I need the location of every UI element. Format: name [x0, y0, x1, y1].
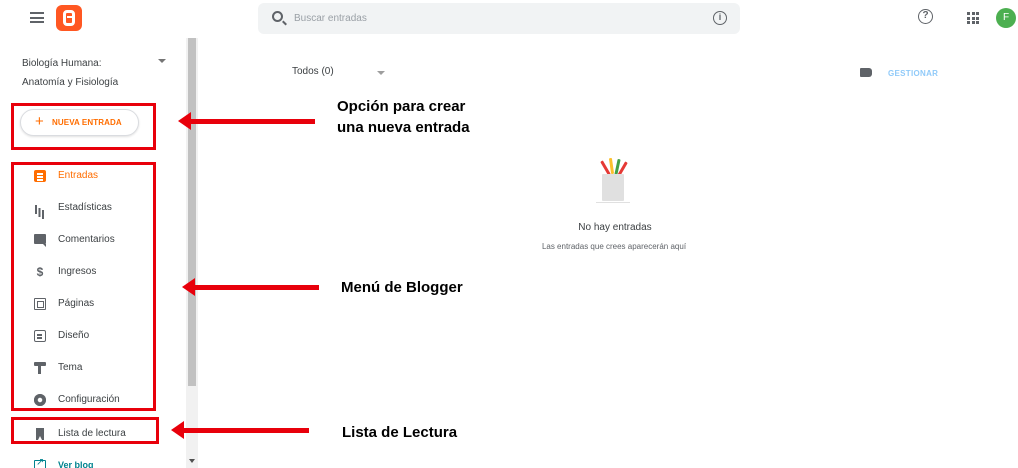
- label-tag-icon: [860, 68, 872, 77]
- blogger-logo-icon[interactable]: [56, 5, 82, 31]
- view-blog-link[interactable]: Ver blog: [18, 453, 168, 468]
- post-filter-dropdown[interactable]: Todos (0): [292, 66, 334, 77]
- annotation-line: una nueva entrada: [337, 119, 470, 136]
- blog-selector[interactable]: Biología Humana: Anatomía y Fisiología: [22, 54, 152, 92]
- search-icon[interactable]: [272, 11, 283, 22]
- blog-title-line2: Anatomía y Fisiología: [22, 77, 119, 88]
- empty-state-title: No hay entradas: [578, 222, 652, 233]
- sidebar-scrollbar[interactable]: [186, 38, 198, 468]
- search-bar: i: [258, 3, 740, 34]
- chevron-down-icon[interactable]: [377, 71, 385, 75]
- apps-grid-icon[interactable]: [967, 12, 979, 24]
- empty-posts-illustration-icon: [596, 157, 630, 204]
- annotation-box-menu: [11, 162, 156, 411]
- top-bar: i ? F: [0, 0, 1018, 38]
- avatar[interactable]: F: [996, 8, 1016, 28]
- help-icon[interactable]: ?: [918, 9, 933, 24]
- scroll-down-arrow-icon[interactable]: [189, 459, 195, 463]
- annotation-arrow-icon: [171, 421, 309, 439]
- manage-button[interactable]: GESTIONAR: [888, 69, 938, 78]
- annotation-box-new-post: [11, 103, 156, 150]
- annotation-arrow-icon: [182, 278, 319, 296]
- search-input[interactable]: [294, 9, 694, 28]
- view-blog-icon: [34, 457, 46, 468]
- annotation-box-reading-list: [11, 417, 159, 444]
- annotation-arrow-icon: [178, 112, 315, 130]
- blog-title-line1: Biología Humana:: [22, 58, 102, 69]
- annotation-line: Opción para crear: [337, 98, 466, 115]
- annotation-reading-list-caption: Lista de Lectura: [342, 424, 458, 441]
- view-blog-label: Ver blog: [58, 460, 94, 468]
- chevron-down-icon[interactable]: [158, 59, 166, 63]
- menu-icon[interactable]: [30, 12, 44, 23]
- annotation-new-post-caption: Opción para crear una nueva entrada: [337, 96, 470, 138]
- info-icon[interactable]: i: [713, 11, 727, 25]
- empty-state-subtitle: Las entradas que crees aparecerán aquí: [541, 242, 687, 251]
- annotation-menu-caption: Menú de Blogger: [341, 279, 463, 296]
- scrollbar-thumb[interactable]: [188, 38, 196, 386]
